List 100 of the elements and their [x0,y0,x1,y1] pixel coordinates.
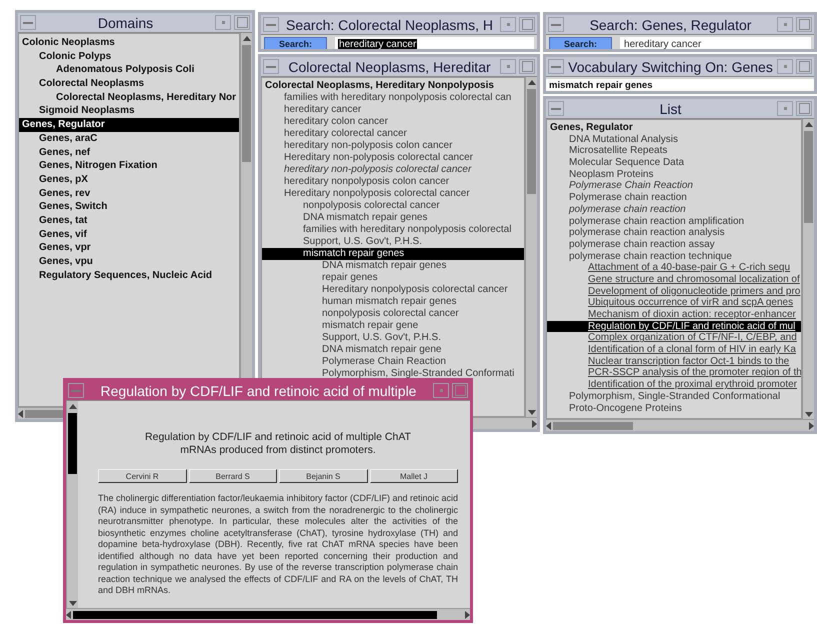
tree-item[interactable]: Microsatellite Repeats [547,145,801,158]
maximize-button[interactable] [796,17,812,32]
tree-item[interactable]: Mechanism of dioxin action: receptor-enhancer [547,309,801,321]
tree-item[interactable]: hereditary non-polyposis colorectal cancer [262,164,524,176]
tree-item[interactable]: Colonic Neoplasms [19,36,239,50]
tree-item[interactable]: Colonic Polyps [19,50,239,64]
tree-item[interactable]: Sigmoid Neoplasms [19,104,239,118]
maximize-button[interactable] [519,17,535,32]
tree-item[interactable]: nonpolyposis colorectal cancer [262,200,524,212]
tree-item[interactable]: hereditary cancer [262,104,524,116]
window-menu-button[interactable] [548,101,564,116]
tree-item[interactable]: Neoplasm Proteins [547,168,801,180]
minimize-button[interactable] [777,17,793,32]
tree-item[interactable]: Hereditary nonpolyposis colorectal cancer [262,188,524,200]
tree-item[interactable]: Genes, rev [19,186,239,200]
tree-item[interactable]: Regulation by CDF/LIF and retinoic acid of mul [547,320,801,332]
tree-item[interactable]: Adenomatous Polyposis Coli [19,63,239,78]
tree-item[interactable]: DNA mismatch repair genes [262,260,524,272]
tree-item[interactable]: hereditary non-polyposis colon cancer [262,140,524,152]
tree-item[interactable]: Genes, Switch [19,200,239,214]
tree-item[interactable]: DNA Mutational Analysis [547,134,801,146]
tree-item[interactable]: Support, U.S. Gov't, P.H.S. [262,236,524,248]
tree-item[interactable]: Development of oligonucleotide primers and pro [547,286,801,298]
author-button[interactable]: Mallet J [370,469,458,483]
window-menu-button[interactable] [548,59,564,74]
maximize-button[interactable] [796,101,812,116]
search-button[interactable]: Search: [549,37,612,49]
window-menu-button[interactable] [263,59,279,74]
search-field[interactable]: hereditary cancer [620,37,811,49]
tree-item[interactable]: PCR-SSCP analysis of the promoter region of th [547,367,801,380]
tree-item[interactable]: DNA mismatch repair genes [262,212,524,224]
tree-item[interactable]: polymerase chain reaction amplification [547,216,801,228]
author-button[interactable]: Bejanin S [279,469,368,483]
tree-item[interactable]: Proto-Oncogene Proteins [547,402,801,414]
vertical-scrollbar[interactable] [525,77,537,417]
tree-item[interactable]: polymerase chain reaction [547,204,801,216]
author-button[interactable]: Cervini R [98,469,186,483]
tree-item[interactable]: Gene structure and chromosomal localization of [547,274,801,286]
tree-item[interactable]: mismatch repair gene [262,320,524,332]
tree-item[interactable]: nonpolyposis colorectal cancer [262,308,524,320]
horizontal-scrollbar[interactable] [546,419,814,431]
tree-item[interactable]: Genes, vpr [19,241,239,255]
tree-item[interactable]: Identification of the proximal erythroid promoter [547,379,801,391]
tree-item[interactable]: mismatch repair genes [262,248,524,260]
maximize-button[interactable] [234,15,250,30]
tree-item[interactable]: Polymerase chain reaction [547,192,801,204]
tree-item[interactable]: human mismatch repair genes [262,296,524,308]
tree-item[interactable]: Colorectal Neoplasms [19,77,239,91]
minimize-button[interactable] [777,59,793,74]
window-menu-button[interactable] [68,383,84,398]
tree-item[interactable]: Genes, Nitrogen Fixation [19,159,239,173]
window-menu-button[interactable] [20,15,36,30]
tree-item[interactable]: Genes, pX [19,172,239,187]
minimize-button[interactable] [500,59,516,74]
tree-item[interactable]: Ubiquitous occurrence of virR and scpA genes [547,297,801,309]
window-menu-button[interactable] [263,17,279,32]
search-field[interactable]: hereditary cancer [335,37,534,49]
tree-item[interactable]: Polymerase Chain Reaction [547,180,801,192]
tree-item[interactable]: families with hereditary nonpolyposis colorectal can [262,92,524,104]
tree-item[interactable]: hereditary colorectal cancer [262,128,524,140]
window-menu-button[interactable] [548,17,564,32]
tree-item[interactable]: Genes, vpu [19,255,239,269]
tree-item[interactable]: families with hereditary nonpolyposis colorectal [262,224,524,236]
tree-item[interactable]: Colorectal Neoplasms, Hereditary Nonpolyposis [262,80,524,92]
vocabulary-field[interactable]: mismatch repair genes [546,79,814,91]
search-button[interactable]: Search: [264,37,328,49]
tree-item[interactable]: Complex organization of CTF/NF-I, C/EBP, and [547,332,801,344]
author-button[interactable]: Berrard S [188,469,277,483]
minimize-button[interactable] [777,101,793,116]
tree-item[interactable]: Attachment of a 40-base-pair G + C-rich sequ [547,262,801,274]
tree-item[interactable]: Support, U.S. Gov't, P.H.S. [262,332,524,344]
tree-item[interactable]: Colorectal Neoplasms, Hereditary Nor [19,90,239,104]
tree-item[interactable]: Hereditary nonpolyposis colorectal cancer [262,284,524,296]
tree-item[interactable]: Genes, Regulator [19,118,239,132]
tree-item[interactable]: Genes, Regulator [547,122,801,134]
tree-item[interactable]: repair genes [262,272,524,284]
maximize-button[interactable] [519,59,535,74]
minimize-button[interactable] [500,17,516,32]
minimize-button[interactable] [433,383,449,398]
tree-item[interactable]: polymerase chain reaction analysis [547,227,801,239]
tree-item[interactable]: Polymorphism, Single-Stranded Conformati [262,368,524,380]
tree-item[interactable]: DNA mismatch repair gene [262,344,524,356]
tree-item[interactable]: Genes, tat [19,214,239,228]
tree-item[interactable]: hereditary colon cancer [262,116,524,128]
tree-item[interactable]: hereditary nonpolyposis colon cancer [262,176,524,188]
vertical-scrollbar[interactable] [66,401,78,608]
tree-item[interactable]: Genes, vif [19,228,239,242]
tree-item[interactable]: Molecular Sequence Data [547,157,801,169]
tree-item[interactable]: Hereditary non-polyposis colorectal cancer [262,152,524,164]
tree-item[interactable]: Genes, araC [19,132,239,146]
maximize-button[interactable] [452,383,468,398]
tree-item[interactable]: Polymorphism, Single-Stranded Conformational [547,390,801,402]
minimize-button[interactable] [215,15,231,30]
vertical-scrollbar[interactable] [802,119,814,419]
maximize-button[interactable] [796,59,812,74]
tree-item[interactable]: Genes, nef [19,146,239,160]
tree-item[interactable]: Identification of a clonal form of HIV in early Ka [547,344,801,356]
tree-item[interactable]: Nuclear transcription factor Oct-1 binds to the [547,356,801,368]
tree-item[interactable]: polymerase chain reaction assay [547,238,801,251]
tree-item[interactable]: polymerase chain reaction technique [547,250,801,262]
